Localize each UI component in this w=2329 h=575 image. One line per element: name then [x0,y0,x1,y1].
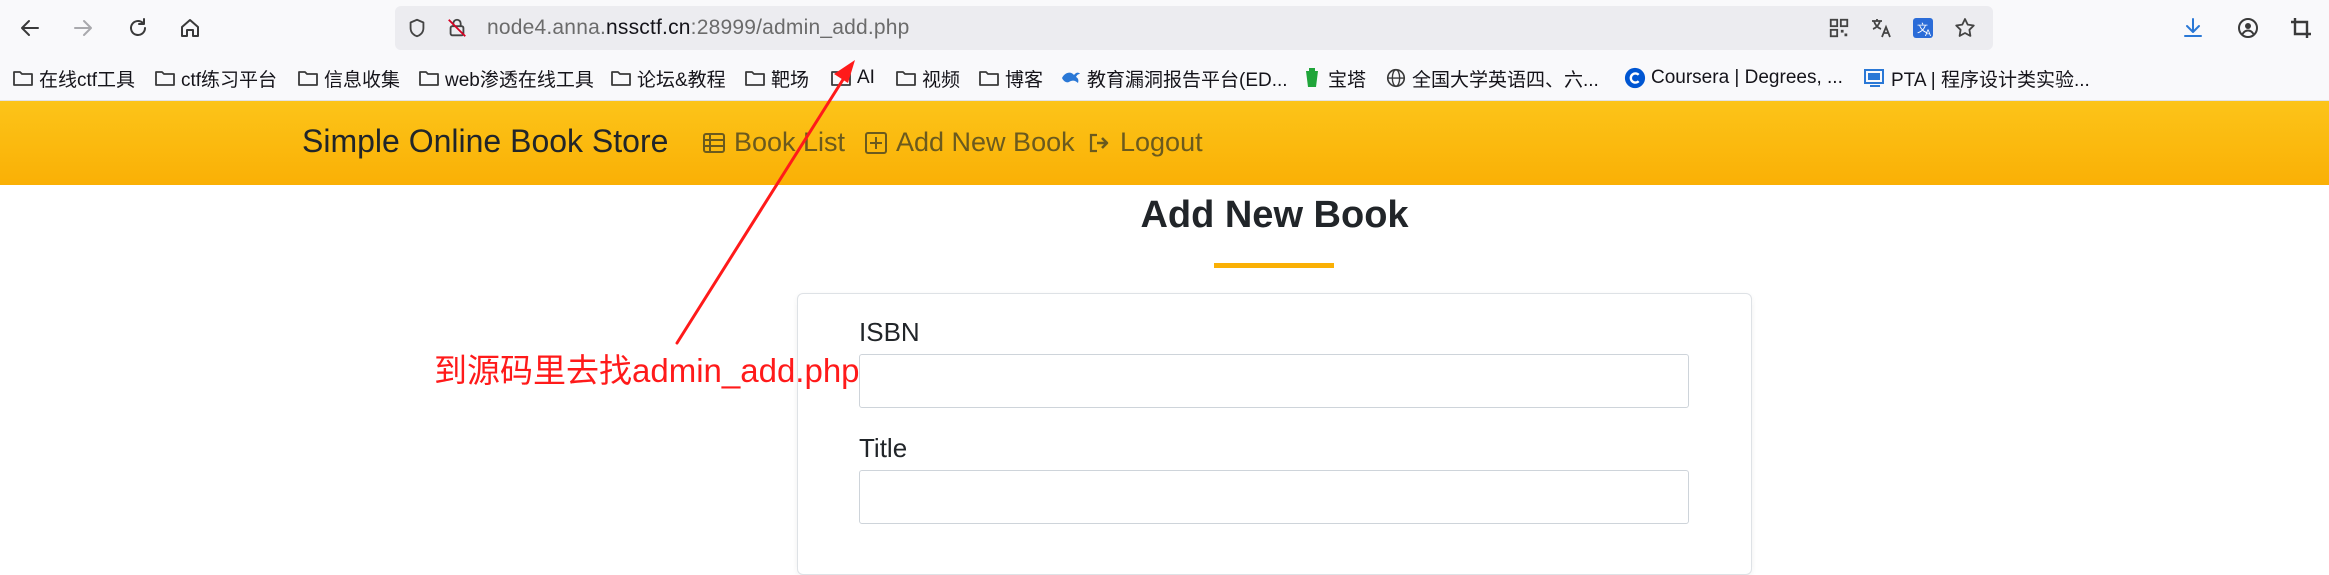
title-input[interactable] [859,470,1689,524]
bookmark-link[interactable]: PTA | 程序设计类实验... [1864,65,2090,91]
add-book-form: ISBN Title [797,293,1752,575]
star-icon[interactable] [1953,16,1977,40]
bookmark-label: 论坛&教程 [637,69,726,91]
bookmark-folder[interactable]: 视频 [895,65,960,91]
folder-icon [978,67,1000,89]
folder-icon [154,67,176,89]
insecure-lock-icon[interactable] [445,16,469,40]
table-list-icon [702,131,726,155]
folder-icon [830,67,852,89]
bookmark-folder[interactable]: ctf练习平台 [154,65,277,91]
page-title: Add New Book [1140,194,1409,236]
shield-icon[interactable] [405,16,429,40]
bookmark-label: 视频 [922,69,961,91]
baota-icon [1301,67,1323,89]
plus-square-icon [864,131,888,155]
bookmark-label: AI [857,67,875,88]
bookmark-label: 宝塔 [1328,69,1367,91]
sign-out-icon [1088,131,1112,155]
bookmark-folder[interactable]: 论坛&教程 [610,65,726,91]
bookmark-folder[interactable]: 靶场 [744,65,809,91]
bookmark-link[interactable]: Coursera | Degrees, ... [1624,65,1843,91]
bookmarks-bar: 在线ctf工具 ctf练习平台 信息收集 web渗透在线工具 论坛&教程 靶场 … [0,56,2329,101]
bookmark-label: 全国大学英语四、六... [1412,69,1599,91]
folder-icon [610,67,632,89]
bookmark-label: 博客 [1005,69,1044,91]
coursera-icon [1624,67,1646,89]
bookmark-label: PTA | 程序设计类实验... [1891,69,2090,91]
qr-code-icon[interactable] [1827,16,1851,40]
url-suffix: :28999/admin_add.php [690,16,910,39]
bookmark-label: ctf练习平台 [181,69,278,91]
globe-icon [1385,67,1407,89]
folder-icon [418,67,440,89]
nav-label: Book List [734,127,846,157]
nav-logout[interactable]: Logout [1088,127,1203,158]
url-text[interactable]: node4.anna.nssctf.cn:28999/admin_add.php [487,16,910,40]
isbn-label: ISBN [859,317,920,347]
bookmark-folder[interactable]: 在线ctf工具 [12,65,135,91]
translate-extension-icon[interactable]: 文A [1911,16,1935,40]
folder-icon [12,67,34,89]
bookmark-folder[interactable]: web渗透在线工具 [418,65,594,91]
bookmark-label: 在线ctf工具 [39,69,136,91]
download-icon[interactable] [2179,14,2207,42]
address-bar[interactable]: node4.anna.nssctf.cn:28999/admin_add.php… [395,6,1993,50]
folder-icon [297,67,319,89]
bookmark-link[interactable]: 宝塔 [1301,65,1366,91]
reload-icon[interactable] [124,14,152,42]
site-navbar: Simple Online Book Store Book List Add N… [0,101,2329,185]
edu-site-icon [1060,67,1082,89]
folder-icon [895,67,917,89]
pta-icon [1864,67,1886,89]
nav-book-list[interactable]: Book List [702,127,845,158]
back-arrow-icon[interactable] [16,14,44,42]
bookmark-folder[interactable]: 博客 [978,65,1043,91]
site-brand[interactable]: Simple Online Book Store [302,123,668,160]
folder-icon [744,67,766,89]
translate-icon[interactable] [1869,16,1893,40]
crop-icon[interactable] [2287,14,2315,42]
url-domain: nssctf.cn [605,16,691,39]
isbn-input[interactable] [859,354,1689,408]
bookmark-folder[interactable]: 信息收集 [297,65,400,91]
browser-toolbar: node4.anna.nssctf.cn:28999/admin_add.php… [0,0,2329,56]
title-label: Title [859,433,908,463]
bookmark-link[interactable]: 全国大学英语四、六... [1385,65,1599,91]
bookmark-label: 信息收集 [324,69,401,91]
nav-label: Logout [1120,127,1203,157]
nav-add-new-book[interactable]: Add New Book [864,127,1075,158]
bookmark-label: 靶场 [771,69,810,91]
svg-text:A: A [1925,28,1931,38]
annotation-text: 到源码里去找admin_add.php [434,352,860,389]
nav-label: Add New Book [896,127,1075,157]
url-prefix: node4.anna. [487,16,606,39]
bookmark-link[interactable]: 教育漏洞报告平台(ED... [1060,65,1288,91]
forward-arrow-icon[interactable] [69,14,97,42]
bookmark-label: 教育漏洞报告平台(ED... [1087,69,1288,91]
home-icon[interactable] [176,14,204,42]
bookmark-label: web渗透在线工具 [445,69,594,91]
title-underline [1214,263,1334,268]
bookmark-folder[interactable]: AI [830,65,875,91]
account-icon[interactable] [2234,14,2262,42]
bookmark-label: Coursera | Degrees, ... [1651,67,1843,88]
